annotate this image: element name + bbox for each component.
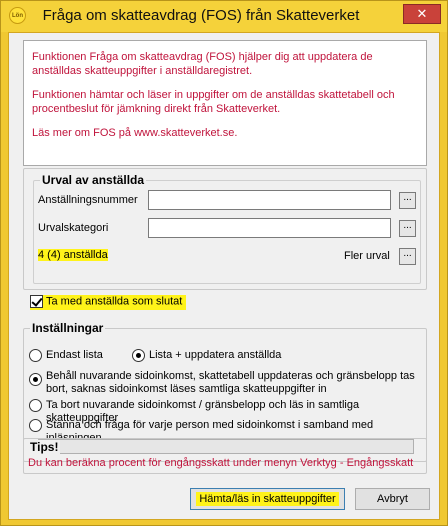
info-paragraph-2: Funktionen hämtar och läser in uppgifter… [32,89,395,115]
option-remove-radio[interactable] [29,399,42,412]
urvalskategori-browse-button[interactable]: ... [399,220,416,237]
installningar-legend: Inställningar [30,321,106,335]
urvalskategori-label: Urvalskategori [38,222,109,234]
tips-text: Du kan beräkna procent för engångsskatt … [28,457,414,469]
mode-list-radio[interactable] [29,349,42,362]
include-terminated-row[interactable]: Ta med anställda som slutat [30,295,187,310]
urval-inner-frame: Urval av anställda Anställningsnummer ..… [33,173,421,284]
anstallningsnummer-input[interactable] [148,190,391,210]
option-keep-label: Behåll nuvarande sidoinkomst, skattetabe… [46,370,415,395]
tips-legend: Tips! [28,440,61,454]
urval-legend: Urval av anställda [40,173,147,187]
fler-urval-label: Fler urval [344,250,390,262]
mode-update-radio[interactable] [132,349,145,362]
mode-list-label: Endast lista [46,349,103,361]
dialog-body: Funktionen Fråga om skatteavdrag (FOS) h… [8,32,440,520]
option-keep-radio[interactable] [29,373,42,386]
fos-dialog-window: Lön Fråga om skatteavdrag (FOS) från Ska… [0,0,448,526]
title-bar[interactable]: Lön Fråga om skatteavdrag (FOS) från Ska… [1,1,447,32]
window-title: Fråga om skatteavdrag (FOS) från Skattev… [42,7,360,24]
cancel-button[interactable]: Avbryt [355,488,430,510]
include-terminated-label: Ta med anställda som slutat [46,295,183,308]
fler-urval-button[interactable]: ... [399,248,416,265]
urvalskategori-input[interactable] [148,218,391,238]
urval-group: Urval av anställda Anställningsnummer ..… [23,168,427,290]
include-terminated-checkbox[interactable] [30,295,43,308]
employee-count: 4 (4) anställda [38,249,108,261]
mode-update-label: Lista + uppdatera anställda [149,349,282,361]
close-icon[interactable]: ✕ [403,4,441,24]
info-panel: Funktionen Fråga om skatteavdrag (FOS) h… [23,40,427,166]
fetch-tax-data-label: Hämta/läs in skatteuppgifter [196,492,339,506]
info-paragraph-3: Läs mer om FOS på www.skatteverket.se. [32,127,238,139]
info-paragraph-1: Funktionen Fråga om skatteavdrag (FOS) h… [32,51,373,77]
anstallningsnummer-browse-button[interactable]: ... [399,192,416,209]
tips-group: Tips! Du kan beräkna procent för engångs… [23,438,427,474]
option-ask-radio[interactable] [29,419,42,432]
anstallningsnummer-label: Anställningsnummer [38,194,138,206]
fetch-tax-data-button[interactable]: Hämta/läs in skatteuppgifter [190,488,345,510]
